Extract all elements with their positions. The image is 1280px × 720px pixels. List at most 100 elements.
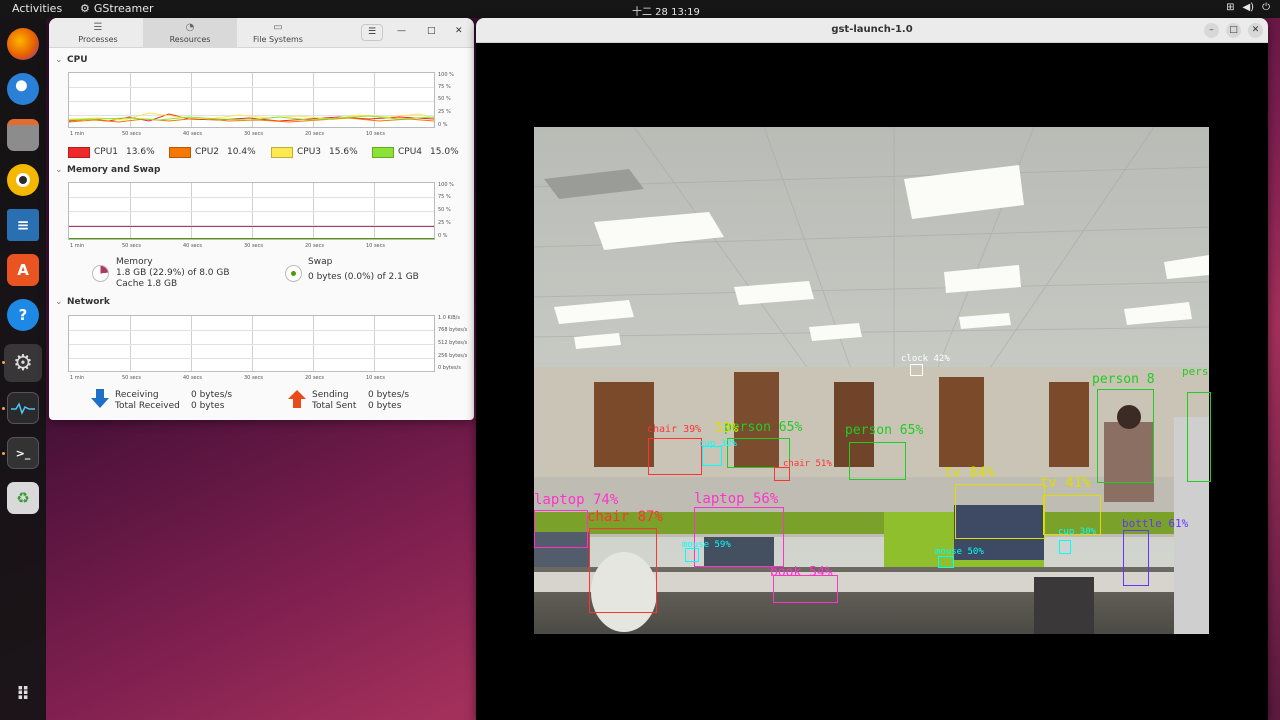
cpu-name: CPU3 [297, 147, 322, 157]
total-sent-label: Total Sent [312, 401, 357, 411]
memory-value: 1.8 GB (22.9%) of 8.0 GB [116, 268, 230, 278]
detection-box [1187, 392, 1211, 482]
tab-label: File Systems [253, 35, 303, 44]
title-bar[interactable]: gst-launch-1.0 – □ ✕ [476, 18, 1268, 43]
x-tick: 20 secs [305, 131, 324, 137]
sending-value: 0 bytes/s [368, 390, 410, 400]
swap-label: Swap [308, 257, 333, 267]
terminal-icon[interactable]: >_ [7, 437, 39, 469]
tab-processes[interactable]: ☰ Processes [51, 18, 145, 48]
hamburger-icon: ☰ [367, 27, 377, 37]
y-tick: 0 bytes/s [438, 365, 461, 371]
download-arrow-icon[interactable] [90, 389, 110, 409]
detection-box [589, 528, 657, 613]
trash-icon[interactable]: ♻ [7, 482, 39, 514]
x-tick: 20 secs [305, 375, 324, 381]
color-swatch[interactable] [271, 146, 293, 158]
clock[interactable]: 十二 28 13:19 [632, 3, 700, 18]
rhythmbox-icon[interactable] [7, 164, 39, 196]
system-tray[interactable]: ⊞ ◀) ⏻ [1226, 2, 1270, 13]
cpu3-legend[interactable]: CPU3 15.6% [271, 145, 358, 159]
detection-label: clock 42% [901, 354, 950, 364]
cpu-x-axis: 1 min 50 secs 40 secs 30 secs 20 secs 10… [68, 131, 435, 139]
cpu1-legend[interactable]: CPU1 13.6% [68, 145, 155, 159]
app-menu[interactable]: ⚙ GStreamer [80, 2, 154, 15]
detection-label: mouse 59% [682, 540, 731, 550]
close-icon[interactable]: ✕ [455, 26, 463, 36]
upload-arrow-icon[interactable] [287, 389, 307, 409]
detection-box [1123, 530, 1149, 586]
running-indicator [2, 361, 5, 364]
minimize-icon[interactable]: — [397, 26, 406, 36]
y-tick: 1.0 KiB/s [438, 315, 460, 321]
app-center-icon[interactable]: A [7, 254, 39, 286]
detection-label: 53% [715, 421, 739, 436]
system-monitor-icon[interactable] [7, 392, 39, 424]
minimize-icon[interactable]: – [1204, 23, 1219, 38]
cpu2-legend[interactable]: CPU2 10.4% [169, 145, 256, 159]
x-tick: 50 secs [122, 131, 141, 137]
cpu-name: CPU2 [195, 147, 220, 157]
y-tick: 50 % [438, 207, 451, 213]
network-x-axis: 1 min 50 secs 40 secs 30 secs 20 secs 10… [68, 375, 435, 383]
gear-icon: ⚙ [80, 2, 90, 15]
color-swatch[interactable] [169, 146, 191, 158]
network-section-header[interactable]: ⌄ Network [55, 297, 110, 307]
show-apps-icon[interactable]: ⠿ [7, 678, 39, 710]
cpu4-legend[interactable]: CPU4 15.0% [372, 145, 459, 159]
help-icon[interactable]: ? [7, 299, 39, 331]
detection-label: cup 30% [1058, 527, 1096, 537]
activities-button[interactable]: Activities [12, 2, 62, 15]
menu-button[interactable]: ☰ [361, 24, 383, 41]
files-icon[interactable] [7, 119, 39, 151]
x-tick: 50 secs [122, 243, 141, 249]
detection-label: book 54% [770, 565, 833, 580]
detection-box [938, 556, 954, 568]
cpu-percent: 15.0% [430, 147, 459, 157]
dock: ≡ A ? ⚙ >_ ♻ ⠿ [0, 18, 46, 720]
chevron-down-icon: ⌄ [55, 55, 63, 65]
memory-title: Memory and Swap [67, 165, 161, 175]
chevron-down-icon: ⌄ [55, 297, 63, 307]
maximize-icon[interactable]: □ [1226, 23, 1241, 38]
detection-box [774, 467, 790, 481]
header-bar: ☰ Processes ◔ Resources ▭ File Systems ☰… [49, 18, 474, 48]
tab-file-systems[interactable]: ▭ File Systems [231, 18, 325, 48]
memory-x-axis: 1 min 50 secs 40 secs 30 secs 20 secs 10… [68, 243, 435, 251]
color-swatch[interactable] [372, 146, 394, 158]
gauge-icon: ◔ [185, 22, 195, 33]
tab-resources[interactable]: ◔ Resources [143, 18, 237, 48]
cpu-percent: 13.6% [126, 147, 155, 157]
y-tick: 100 % [438, 72, 454, 78]
cpu-title: CPU [67, 55, 88, 65]
maximize-icon[interactable]: □ [427, 26, 436, 36]
cpu-section-header[interactable]: ⌄ CPU [55, 55, 88, 65]
detection-box [955, 484, 1045, 539]
swap-pie-icon[interactable] [285, 265, 302, 282]
color-swatch[interactable] [68, 146, 90, 158]
y-tick: 512 bytes/s [438, 340, 468, 346]
x-tick: 10 secs [366, 243, 385, 249]
detection-box [694, 507, 784, 567]
detection-label: chair 39% [647, 424, 702, 435]
firefox-icon[interactable] [7, 28, 39, 60]
writer-icon[interactable]: ≡ [7, 209, 39, 241]
detection-box [910, 364, 923, 376]
sending-info: Sending Total Sent [312, 390, 356, 412]
cache-value: Cache 1.8 GB [116, 279, 178, 289]
cpu-percent: 10.4% [227, 147, 256, 157]
settings-icon[interactable]: ⚙ [4, 344, 42, 382]
memory-info: Memory 1.8 GB (22.9%) of 8.0 GB Cache 1.… [116, 257, 230, 290]
network-y-axis: 1.0 KiB/s 768 bytes/s 512 bytes/s 256 by… [438, 315, 472, 372]
running-indicator [2, 452, 5, 455]
detection-box [1097, 389, 1154, 483]
memory-pie-icon[interactable] [92, 265, 109, 282]
memory-section-header[interactable]: ⌄ Memory and Swap [55, 165, 160, 175]
y-tick: 50 % [438, 96, 451, 102]
detection-label: bottle 61% [1122, 517, 1189, 530]
thunderbird-icon[interactable] [7, 73, 39, 105]
close-icon[interactable]: ✕ [1248, 23, 1263, 38]
cpu-name: CPU4 [398, 147, 423, 157]
sending-values: 0 bytes/s 0 bytes [368, 390, 409, 412]
app-menu-label: GStreamer [93, 2, 154, 15]
